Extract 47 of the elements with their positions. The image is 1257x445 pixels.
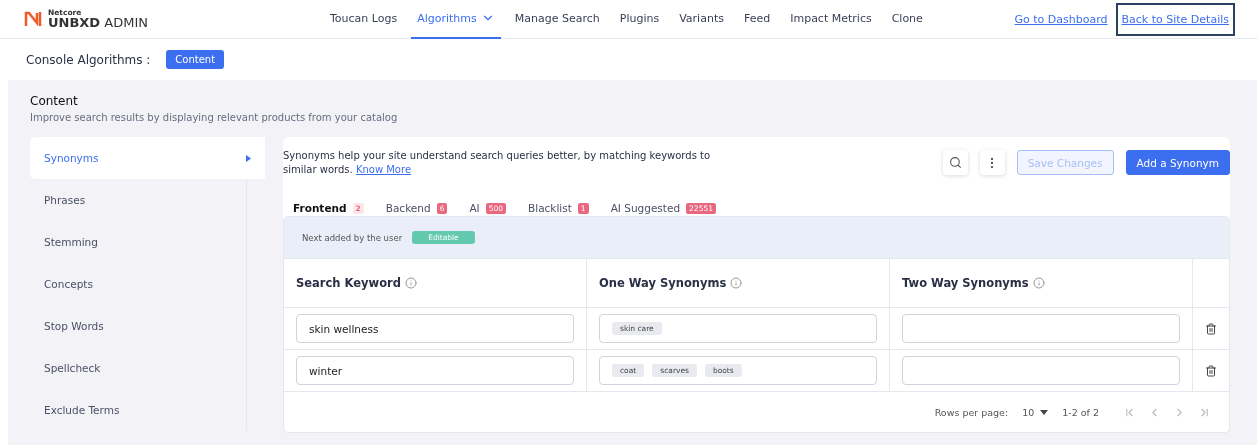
nav-tab[interactable]: Clone	[885, 0, 929, 39]
nav-tab[interactable]: Manage Search	[508, 0, 606, 39]
sidebar-item[interactable]: Stemming	[30, 221, 247, 263]
rows-per-page-label: Rows per page:	[934, 406, 1009, 418]
nav-tab[interactable]: Plugins	[613, 0, 666, 39]
know-more-link[interactable]: Know More	[355, 163, 412, 175]
section-title: Content	[30, 94, 79, 108]
caret-down-icon	[1040, 409, 1049, 415]
search-icon	[948, 156, 962, 169]
caret-right-icon	[246, 154, 251, 162]
brand-name: UNBXD ADMIN	[48, 16, 148, 30]
action-button[interactable]: Add a Synonym	[1125, 150, 1230, 175]
section-subtitle: Improve search results by displaying relevant products from your catalog	[30, 112, 399, 123]
page-title: Console Algorithms :	[26, 52, 151, 67]
page-range: 1-2 of 2	[1062, 406, 1099, 418]
notice-text: Next added by the user	[302, 232, 403, 243]
intro-text: Synonyms help your site understand search queries better, by matching keywords to similar words. Know More	[283, 149, 712, 176]
search-button[interactable]	[942, 150, 968, 175]
column-header: One Way Synonyms	[599, 276, 743, 290]
header-link[interactable]: Back to Site Details	[1117, 4, 1233, 34]
logo-icon	[24, 11, 42, 27]
two-way-field[interactable]	[902, 314, 1180, 343]
info-icon	[730, 277, 743, 289]
keyword-field[interactable]: winter	[296, 356, 574, 385]
sidebar-item[interactable]: Concepts	[30, 263, 247, 305]
sidebar-item[interactable]: Spellcheck	[30, 347, 247, 389]
info-icon	[1032, 277, 1045, 289]
column-header: Search Keyword	[296, 276, 417, 290]
rows-per-page-select[interactable]: 10	[1022, 406, 1049, 418]
sidebar-item[interactable]: Phrases	[30, 179, 247, 221]
sidebar-item[interactable]: Exclude Terms	[30, 389, 247, 431]
keyword-field[interactable]: skin wellness	[296, 314, 574, 343]
delete-icon[interactable]	[1205, 364, 1217, 377]
header-link[interactable]: Go to Dashboard	[1010, 4, 1112, 34]
info-icon	[404, 277, 417, 289]
two-way-field[interactable]	[902, 356, 1180, 385]
nav-tab[interactable]: Impact Metrics	[784, 0, 878, 39]
nav-tab[interactable]: Toucan Logs	[324, 0, 404, 39]
sidebar-item[interactable]: Synonyms	[30, 137, 265, 179]
more-button[interactable]	[979, 150, 1005, 175]
nav-tab[interactable]: Variants	[673, 0, 730, 39]
column-header: Two Way Synonyms	[902, 276, 1045, 290]
category-chip: Content	[166, 50, 225, 69]
nav-tab[interactable]: Feed	[737, 0, 777, 39]
sidebar-item[interactable]: Stop Words	[30, 305, 247, 347]
nav-tab[interactable]: Algorithms	[411, 0, 501, 39]
delete-icon[interactable]	[1205, 322, 1217, 335]
